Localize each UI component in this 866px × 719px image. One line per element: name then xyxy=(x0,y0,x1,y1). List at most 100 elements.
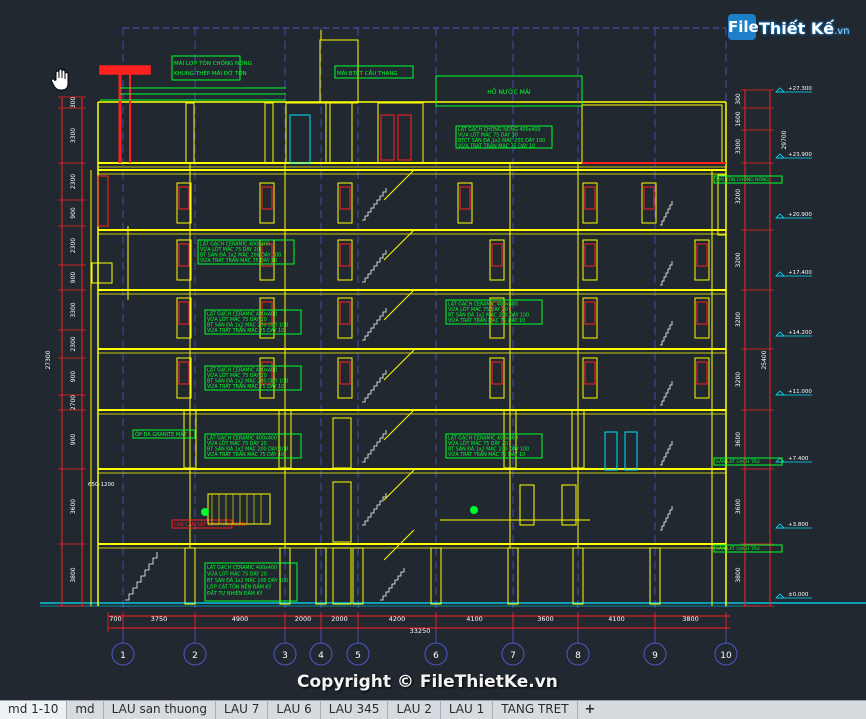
left-dim-label: 300 xyxy=(70,97,77,109)
right-dim-label: 3600 xyxy=(735,499,742,514)
layout-tab[interactable]: TANG TRET xyxy=(493,701,578,719)
floor-note-text: BT SÀN ĐÁ 1x2 MÁC 200 DÀY 100 xyxy=(448,446,529,453)
level-label: +3.800 xyxy=(788,522,809,528)
level-label: +14.200 xyxy=(788,330,812,336)
staircase xyxy=(362,188,387,221)
staircase xyxy=(660,261,673,286)
roof-slab-note-text: BTCT SÀN ĐÁ 1x2 MÁC 250 DÀY 100 xyxy=(458,137,545,144)
layout-tab[interactable]: md xyxy=(67,701,104,719)
door-panel xyxy=(339,186,351,210)
filethietke-logo: File Thiết Kế.vn xyxy=(728,10,858,44)
staircase xyxy=(660,321,673,346)
floor-note-text: BT SÀN ĐÁ 1x2 MÁC 200 DÀY 100 xyxy=(448,312,529,319)
grid-bubble-label: 2 xyxy=(192,651,198,661)
staircase xyxy=(362,430,387,463)
floor-note-text: BT SÀN ĐÁ 1x2 MÁC 200 DÀY 100 xyxy=(200,252,281,259)
floor-note-text: VỮA LÓT MÁC 75 DÀY 20 xyxy=(200,246,260,253)
floor-note-text: VỮA LÓT MÁC 75 DÀY 20 xyxy=(207,440,267,447)
roof-note-text: MÁI LỢP TÔN CHỐNG NÓNG xyxy=(174,59,252,67)
level-label: +20.900 xyxy=(788,212,812,218)
level-triangle-icon xyxy=(775,271,785,277)
stair-handrail xyxy=(383,169,415,201)
layout-tab[interactable]: LAU 345 xyxy=(321,701,389,719)
elevator-door xyxy=(332,417,352,469)
span-dim-label: 3750 xyxy=(151,615,168,623)
left-total-dim: 27300 xyxy=(45,350,52,369)
grid-bubble-label: 6 xyxy=(433,651,439,661)
roof-note-text: KHUNG THÉP MÁI ĐỠ TÔN xyxy=(174,69,247,77)
left-dim-label: 3300 xyxy=(70,128,77,143)
level-triangle-icon xyxy=(775,153,785,159)
span-dim-label: 4100 xyxy=(466,615,483,623)
layout-tab[interactable]: LAU san thuong xyxy=(104,701,216,719)
left-annotation: 650-1200 xyxy=(88,482,115,488)
level-label: +17.400 xyxy=(788,270,812,276)
staircase xyxy=(362,493,387,526)
ground-pillar xyxy=(184,547,196,605)
cyan-door xyxy=(624,431,638,471)
door-panel xyxy=(261,186,273,210)
door-panel xyxy=(696,361,708,385)
right-total-dim: 29700 xyxy=(781,130,788,149)
door-panel xyxy=(491,243,503,267)
right-dim-label: 3200 xyxy=(735,372,742,387)
floor-note-text: LÁT GẠCH CERAMIC 400x400 xyxy=(448,435,518,442)
stair-handrail xyxy=(383,229,415,261)
floor-note-text: BT SÀN ĐÁ 1x2 MÁC 200 DÀY 100 xyxy=(207,378,288,385)
left-dim-label: 900 xyxy=(70,207,77,219)
layout-tab[interactable]: LAU 7 xyxy=(216,701,269,719)
level-triangle-icon xyxy=(775,457,785,463)
right-column xyxy=(717,174,727,236)
layout-tab[interactable]: md 1-10 xyxy=(0,701,68,719)
span-dim-label: 4100 xyxy=(608,615,625,623)
staircase xyxy=(125,552,158,601)
floor-note-text: LÁT GẠCH CERAMIC 400x400 xyxy=(448,301,518,308)
right-level-note-text: SÂN LÁT GẠCH TÀU xyxy=(716,458,760,465)
stair-roof-note-text: MÁI BTCT CẦU THANG xyxy=(337,69,398,77)
tree-icon xyxy=(201,508,209,516)
right-total-dim: 25400 xyxy=(761,350,768,369)
level-triangle-icon xyxy=(775,593,785,599)
add-layout-button[interactable]: + xyxy=(578,701,603,719)
grid-bubble-label: 3 xyxy=(282,651,288,661)
floor-note-text: LÁT GẠCH CERAMIC 400x400 xyxy=(207,435,277,442)
right-level-note-text: SÂN LÁT GẠCH TÀU xyxy=(716,545,760,552)
stair-handrail xyxy=(383,289,415,321)
door-frame xyxy=(519,484,535,526)
span-dim-label: 4900 xyxy=(232,615,249,623)
side-balcony xyxy=(91,262,113,284)
roof-rear-box xyxy=(581,104,723,164)
logo-badge: File xyxy=(728,14,759,40)
elevator-door xyxy=(332,481,352,543)
ground-note-text: LÁT GẠCH CERAMIC 400x400 xyxy=(207,564,277,571)
level-triangle-icon xyxy=(775,331,785,337)
right-dim-label: 3600 xyxy=(735,432,742,447)
right-dim-label: 3200 xyxy=(735,252,742,267)
span-dim-label: 3600 xyxy=(537,615,554,623)
door-panel xyxy=(178,243,190,267)
door-panel xyxy=(696,301,708,325)
cad-drawing-area[interactable]: HỒ NƯỚC MÁI MÁI LỢP TÔN CHỐNG NÓNG KHUNG T… xyxy=(0,0,866,700)
door-panel xyxy=(178,301,190,325)
logo-domain: .vn xyxy=(834,26,850,37)
layout-tab[interactable]: LAU 2 xyxy=(388,701,441,719)
ground-note-text: VỮA LÓT MÁC 75 DÀY 20 xyxy=(207,571,267,578)
left-dim-label: 900 xyxy=(70,272,77,284)
floor-note-text: VỮA LÓT MÁC 75 DÀY 20 xyxy=(448,440,508,447)
level-triangle-icon xyxy=(775,523,785,529)
floor-note-text: LÁT GẠCH CERAMIC 400x400 xyxy=(207,367,277,374)
left-dim-label: 900 xyxy=(70,371,77,383)
level-label: ±0.000 xyxy=(788,592,809,598)
door-panel xyxy=(178,361,190,385)
roof-column xyxy=(185,102,195,164)
door-panel xyxy=(643,186,655,210)
staircase xyxy=(362,308,387,341)
tree-icon xyxy=(470,506,478,514)
layout-tab[interactable]: LAU 1 xyxy=(441,701,494,719)
span-dim-label: 700 xyxy=(109,615,121,623)
left-dim-label: 2300 xyxy=(70,336,77,351)
stair-handrail xyxy=(383,349,415,381)
layout-tab[interactable]: LAU 6 xyxy=(268,701,321,719)
left-dim-label: 3800 xyxy=(70,567,77,582)
grid-bubble-label: 9 xyxy=(652,651,658,661)
